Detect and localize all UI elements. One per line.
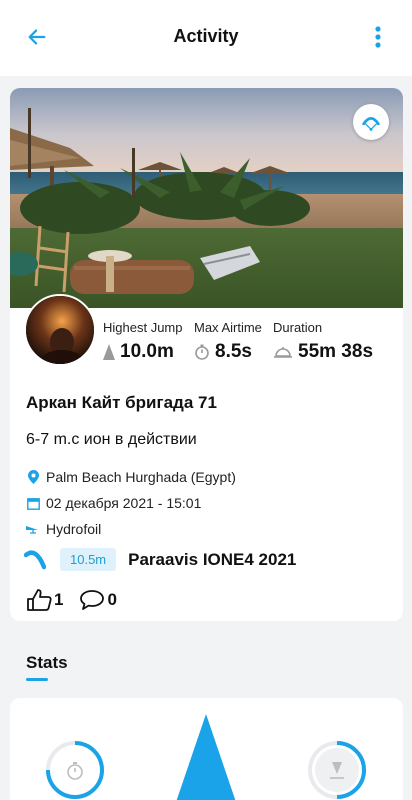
stats-card [10, 698, 403, 800]
like-count: 1 [54, 590, 64, 609]
gear-row[interactable]: 10.5m Paraavis IONE4 2021 [24, 548, 296, 571]
location-row[interactable]: Palm Beach Hurghada (Egypt) [26, 469, 236, 485]
stat-duration: Duration 55m 38s [273, 320, 373, 363]
stat-label: Max Airtime [194, 320, 262, 335]
activity-description: 6-7 m.c ион в действии [26, 431, 197, 448]
airtime-gauge [46, 741, 104, 799]
comment-icon [80, 590, 105, 610]
kite-gear-icon [24, 550, 46, 569]
stat-label: Duration [273, 320, 323, 335]
more-options-button[interactable] [368, 22, 388, 52]
activity-card[interactable]: Highest Jump 10.0m Max Airtime 8.5s Dura… [10, 88, 403, 621]
comment-count: 0 [107, 590, 117, 609]
app-bar: Activity [0, 0, 412, 76]
sport-row: Hydrofoil [26, 521, 101, 537]
gear-size-badge: 10.5m [60, 548, 117, 571]
stat-value: 55m 38s [298, 341, 374, 362]
location-text: Palm Beach Hurghada (Egypt) [46, 469, 236, 485]
sport-text: Hydrofoil [46, 521, 102, 537]
stat-max-airtime: Max Airtime 8.5s [194, 320, 262, 363]
avatar[interactable] [24, 294, 96, 366]
calendar-icon [26, 497, 40, 510]
duration-icon [274, 347, 292, 358]
jump-height-triangle [176, 714, 236, 800]
activity-title: Аркан Кайт бригада 71 [26, 393, 217, 412]
location-pin-icon [27, 470, 39, 484]
kite-icon [362, 116, 380, 131]
stopwatch-icon [195, 344, 209, 360]
social-bar: 1 0 [26, 588, 117, 612]
stat-value: 10.0m [120, 341, 174, 362]
date-row: 02 декабря 2021 - 15:01 [26, 495, 201, 511]
stat-label: Highest Jump [103, 320, 183, 335]
activity-photo[interactable] [10, 88, 403, 308]
kite-badge[interactable] [353, 104, 389, 140]
like-button[interactable]: 1 [26, 588, 63, 612]
stats-title-underline [26, 678, 48, 681]
descent-gauge [308, 741, 366, 799]
stats-section-title: Stats [26, 653, 68, 672]
comment-button[interactable]: 0 [79, 589, 117, 611]
hydrofoil-icon [26, 526, 38, 534]
jump-icon [103, 344, 115, 360]
date-text: 02 декабря 2021 - 15:01 [46, 495, 202, 511]
gear-name: Paraavis IONE4 2021 [128, 549, 297, 569]
stat-highest-jump: Highest Jump 10.0m [103, 320, 182, 363]
more-vert-icon [375, 26, 381, 48]
page-title: Activity [173, 26, 239, 46]
thumbs-up-icon [27, 589, 52, 611]
stat-value: 8.5s [215, 341, 252, 362]
stopwatch-icon [67, 762, 83, 780]
